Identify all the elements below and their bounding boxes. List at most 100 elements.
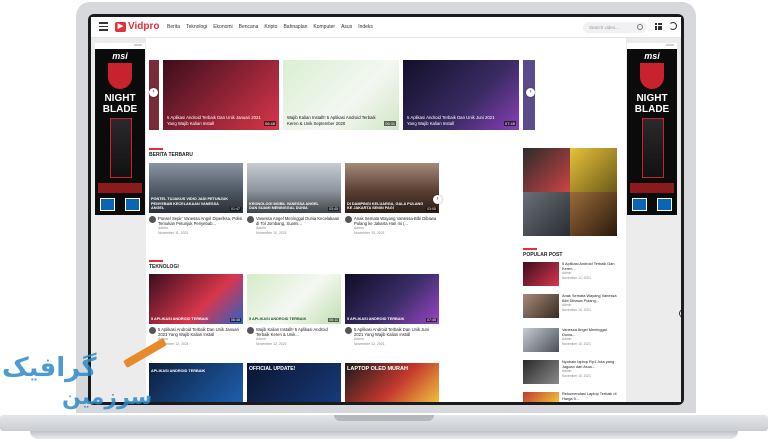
nav-item-komputer[interactable]: Komputer (313, 24, 335, 30)
tech-thumbnail[interactable]: LAPTOP OLED MURAH (345, 363, 439, 402)
author-avatar (149, 327, 156, 334)
popular-thumbnail[interactable] (523, 294, 559, 318)
scroll-top-button[interactable]: ↑ (679, 309, 681, 318)
popular-date: November 10, 2021 (562, 307, 591, 312)
nav-item-asus[interactable]: Asus (341, 24, 352, 30)
featured-slider: 5 Aplikasi Android Terbaik Dan Unik Janu… (146, 60, 626, 130)
news-date: November 10, 2021 (256, 230, 287, 235)
laptop-notch (334, 415, 434, 421)
play-icon: ▶ (115, 21, 126, 32)
thumb-duration: 03:05 (426, 207, 437, 211)
news-title[interactable]: Vanessa Angel Meninggal Dunia Kecelakaan… (256, 216, 341, 226)
slide-duration: 07:45 (503, 121, 516, 126)
tech-thumbnail[interactable]: 5 APLIKASI ANDROID TERBAIK 06:48 (149, 274, 243, 324)
popular-item[interactable]: Anak Semata Wayang Vanessa Bibi Dibawa P… (523, 293, 617, 318)
nav-item-teknologi[interactable]: Teknologi (186, 24, 207, 30)
tech-thumbnail[interactable]: 5 APLIKASI ANDROID TERBAIK 07:45 (345, 274, 439, 324)
news-thumbnail[interactable]: DI DAMPINGI KELUARGA, GALA PULANG KE JAK… (345, 163, 439, 213)
pc-tower-image (110, 118, 132, 178)
popular-date: November 10, 2021 (562, 373, 591, 378)
menu-icon[interactable] (99, 22, 108, 31)
popular-item[interactable]: Vanessa Angel Meninggal Dunia... Admin N… (523, 327, 617, 352)
slide-item[interactable]: 5 Aplikasi Android Terbaik Dan Unik Juni… (403, 60, 519, 130)
tech-thumbnail[interactable]: 5 APLIKASI ANDROID TERBAIK 06:11 (247, 274, 341, 324)
search-icon[interactable] (637, 24, 643, 30)
slide-caption: 5 Aplikasi Android Terbaik Dan Unik Juni… (407, 115, 495, 126)
sidebar-image[interactable] (570, 192, 617, 236)
tech-card[interactable]: 5 APLIKASI ANDROID TERBAIK 06:48 5 Aplik… (149, 274, 243, 346)
news-card[interactable]: PONTEL TUJAKUS VIDIO JADI PETUNJUK PENYE… (149, 163, 243, 235)
tech-thumbnail[interactable]: OFFICIAL UPDATE! (247, 363, 341, 402)
section-title-latest: BERITA TERBARU (149, 148, 193, 158)
popular-thumbnail[interactable] (523, 262, 559, 286)
popular-title[interactable]: 5 Aplikasi Android Terbaik Dan Keren... (562, 261, 617, 271)
news-title[interactable]: Ponsel Sepir' Vanessa Angel Diperiksa, P… (158, 216, 243, 226)
sidebar-image[interactable] (570, 148, 617, 192)
tech-card[interactable]: 5 APLIKASI ANDROID TERBAIK 07:45 5 Aplik… (345, 274, 439, 346)
nav-item-indeks[interactable]: Indeks (358, 24, 373, 30)
nav-item-berita[interactable]: Berita (167, 24, 180, 30)
site-header: ▶ Vidpro Berita Teknologi Ekonomi Bencan… (91, 17, 681, 38)
sidebar-image-grid[interactable] (523, 148, 617, 236)
pc-tower-image (642, 118, 664, 178)
slide-item[interactable]: 5 Aplikasi Android Terbaik Dan Unik Janu… (163, 60, 279, 130)
popular-thumbnail[interactable] (523, 360, 559, 384)
nav-item-ekonomi[interactable]: Ekonomi (213, 24, 232, 30)
thumb-caption: DI DAMPINGI KELUARGA, GALA PULANG KE JAK… (347, 201, 424, 211)
right-ad-banner[interactable]: close msi NIGHT BLADE (627, 43, 677, 215)
news-date: November 10, 2021 (354, 230, 385, 235)
dark-mode-icon[interactable] (669, 22, 677, 30)
ad-badges (100, 198, 140, 211)
news-card[interactable]: DI DAMPINGI KELUARGA, GALA PULANG KE JAK… (345, 163, 439, 235)
author-avatar (345, 327, 352, 334)
news-title[interactable]: Anak Semata Wayang Vanessa-Bibi Dibawa P… (354, 216, 439, 226)
ad-close-button[interactable]: close (95, 43, 145, 49)
popular-item[interactable]: Rekomendasi Laptop Terbaik di Harga 5... (523, 391, 617, 402)
slide-item[interactable]: Wajib Kalian Install!! 5 Aplikasi Androi… (283, 60, 399, 130)
laptop-foot (30, 431, 738, 439)
sidebar-image[interactable] (523, 148, 570, 192)
slider-prev-arrow[interactable]: ‹ (149, 88, 158, 97)
popular-thumbnail[interactable] (523, 392, 559, 402)
thumb-caption: 5 APLIKASI ANDROID TERBAIK (249, 317, 307, 322)
tech-card[interactable]: OFFICIAL UPDATE! (247, 363, 341, 402)
thumb-duration: 06:11 (328, 318, 339, 322)
tech-date: November 12, 2021 (256, 341, 287, 346)
tech-title[interactable]: 5 Aplikasi Android Terbaik Dan Unik Juni… (354, 327, 439, 337)
slide-duration: 06:48 (263, 121, 276, 126)
section-title-popular: POPULAR POST (523, 248, 563, 258)
ad-badges (632, 198, 672, 211)
tech-card[interactable]: LAPTOP OLED MURAH (345, 363, 439, 402)
logo-text: Vidpro (128, 21, 160, 32)
news-card[interactable]: KRONOLOGI MOBIL VANESSA ANGEL DAN SUAMI … (247, 163, 341, 235)
left-ad-banner[interactable]: close msi NIGHT BLADE (95, 43, 145, 215)
latest-next-arrow[interactable]: › (433, 195, 442, 204)
nav-item-bencana[interactable]: Bencana (239, 24, 259, 30)
popular-date: November 12, 2021 (562, 275, 591, 280)
search-input[interactable]: Search video... (583, 22, 647, 33)
slider-next-arrow[interactable]: › (526, 88, 535, 97)
tech-title[interactable]: Wajib Kalian Install!! 5 Aplikasi Androi… (256, 327, 341, 337)
nav-item-bahnaplan[interactable]: Bahnaplan (283, 24, 307, 30)
news-thumbnail[interactable]: PONTEL TUJAKUS VIDIO JADI PETUNJUK PENYE… (149, 163, 243, 213)
nav-item-kripto[interactable]: Kripto (264, 24, 277, 30)
tech-card[interactable]: 5 APLIKASI ANDROID TERBAIK 06:11 Wajib K… (247, 274, 341, 346)
ad-close-button[interactable]: close (627, 43, 677, 49)
slide-caption: Wajib Kalian Install!! 5 Aplikasi Androi… (287, 115, 376, 126)
popular-item[interactable]: 5 Aplikasi Android Terbaik Dan Keren... … (523, 261, 617, 286)
popular-thumbnail[interactable] (523, 328, 559, 352)
thumb-duration: 06:48 (230, 318, 241, 322)
author-avatar (247, 216, 254, 223)
popular-item[interactable]: Nyobain laptop Rp1 Juta yang Jagoan dari… (523, 359, 617, 384)
ad-strip (630, 183, 674, 193)
thumb-duration: 03:45 (328, 207, 339, 211)
news-thumbnail[interactable]: KRONOLOGI MOBIL VANESSA ANGEL DAN SUAMI … (247, 163, 341, 213)
popular-title[interactable]: Rekomendasi Laptop Terbaik di Harga 5... (562, 391, 617, 401)
tech-title[interactable]: 5 Aplikasi Android Terbaik Dan Unik Janu… (158, 327, 243, 337)
site-logo[interactable]: ▶ Vidpro (115, 21, 159, 32)
popular-title[interactable]: Vanessa Angel Meninggal Dunia... (562, 327, 617, 337)
popular-title[interactable]: Anak Semata Wayang Vanessa Bibi Dibawa P… (562, 293, 617, 303)
sidebar-image[interactable] (523, 192, 570, 236)
popular-title[interactable]: Nyobain laptop Rp1 Juta yang Jagoan dari… (562, 359, 617, 369)
apps-grid-icon[interactable] (655, 23, 662, 30)
